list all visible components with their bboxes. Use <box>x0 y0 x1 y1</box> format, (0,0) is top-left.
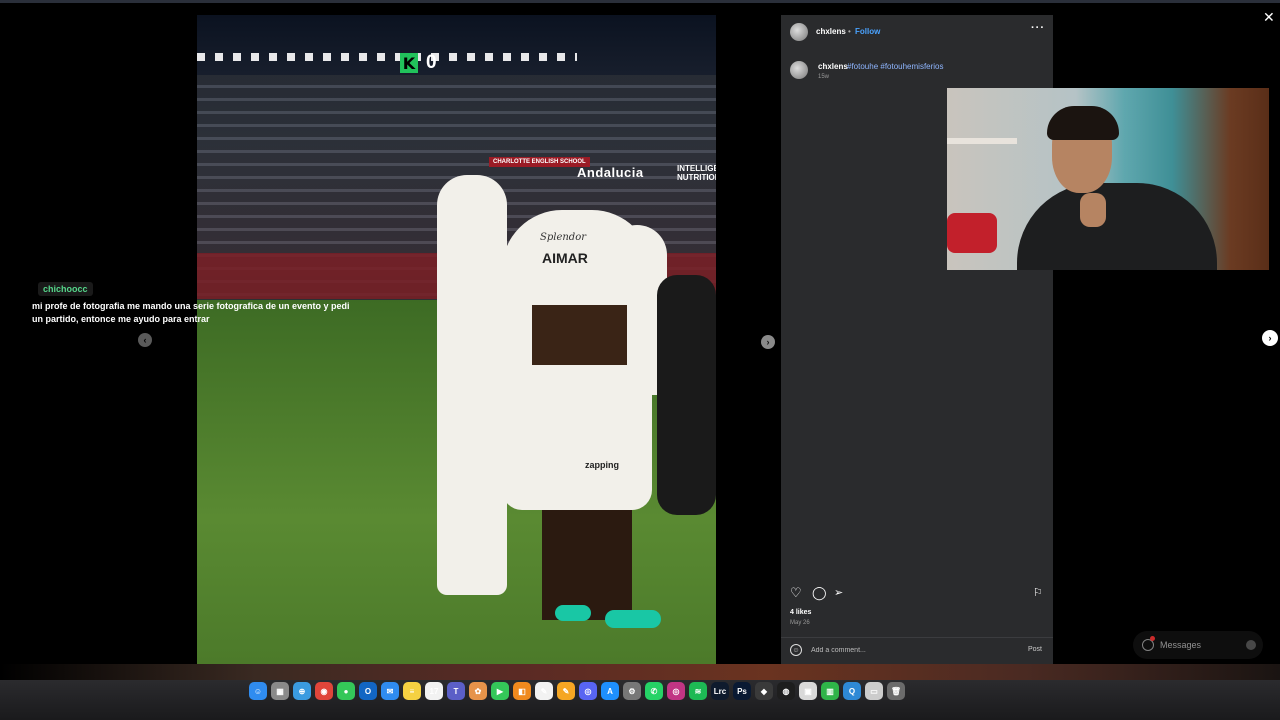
notification-badge <box>1150 636 1155 641</box>
dock-obs-icon[interactable]: ◍ <box>777 682 795 700</box>
jersey-name: AIMAR <box>542 250 588 266</box>
dock-trash-icon[interactable]: 🗑 <box>887 682 905 700</box>
dock-books-icon[interactable]: ◧ <box>513 682 531 700</box>
dock-numbers-icon[interactable]: ▥ <box>821 682 839 700</box>
jersey-sponsor: Splendor <box>540 232 587 243</box>
stadium-lights <box>197 53 577 61</box>
dock-launchpad-icon[interactable]: ▦ <box>271 682 289 700</box>
dock-finder-icon[interactable]: ☺ <box>249 682 267 700</box>
post-photo[interactable]: CHARLOTTE ENGLISH SCHOOL Andalucia INTEL… <box>197 15 716 664</box>
desktop-wallpaper-strip <box>0 664 1280 680</box>
post-comment-button[interactable]: Post <box>1028 646 1042 653</box>
dock-quicktime-icon[interactable]: Q <box>843 682 861 700</box>
likes-count[interactable]: 4 likes <box>790 609 811 616</box>
kick-logo-icon: K <box>400 53 418 73</box>
player-legs <box>542 510 632 620</box>
next-post-button[interactable]: › <box>1262 330 1278 346</box>
dock-mail-icon[interactable]: ✉ <box>381 682 399 700</box>
follow-button[interactable]: Follow <box>855 27 880 36</box>
banner-charlotte: CHARLOTTE ENGLISH SCHOOL <box>489 157 590 167</box>
shorts-sponsor: zapping <box>585 460 619 470</box>
chat-username: chichoocc <box>38 282 93 296</box>
banner-intelligent: INTELLIGENT NUTRITION <box>677 164 716 182</box>
shoe-left <box>555 605 591 621</box>
dock-freeform-icon[interactable]: ✎ <box>535 682 553 700</box>
shoe-right <box>605 610 661 628</box>
player-back <box>532 305 627 365</box>
dock-chrome-icon[interactable]: ◉ <box>315 682 333 700</box>
dock-spotify-icon[interactable]: ≋ <box>689 682 707 700</box>
chat-text: mi profe de fotografia me mando una seri… <box>32 301 350 324</box>
dock-lightroom-icon[interactable]: Lrc <box>711 682 729 700</box>
dock-outlook-icon[interactable]: O <box>359 682 377 700</box>
dock-instagram-icon[interactable]: ◎ <box>667 682 685 700</box>
post-header: chxlens • Follow ··· <box>781 15 1053 47</box>
dock-screen-recorder-icon[interactable]: ▭ <box>865 682 883 700</box>
score-overlay: K 0 <box>400 52 437 74</box>
top-border <box>0 0 1280 3</box>
emoji-icon[interactable]: ☺ <box>790 644 802 656</box>
comment-input[interactable] <box>811 644 1011 657</box>
bookmark-icon[interactable]: ⚐ <box>1033 586 1043 600</box>
screen: CHARLOTTE ENGLISH SCHOOL Andalucia INTEL… <box>0 0 1280 720</box>
dock-preview-icon[interactable]: ▣ <box>799 682 817 700</box>
next-photo-button[interactable]: › <box>761 335 775 349</box>
dock-facetime-icon[interactable]: ▶ <box>491 682 509 700</box>
person-hand <box>1080 193 1106 227</box>
dock-app-store-icon[interactable]: A <box>601 682 619 700</box>
dock-whatsapp-icon[interactable]: ✆ <box>645 682 663 700</box>
player-left <box>437 175 507 595</box>
share-icon[interactable]: ➢ <box>834 586 843 600</box>
more-options-icon[interactable]: ··· <box>1031 22 1045 34</box>
dock-davinci-icon[interactable]: ◆ <box>755 682 773 700</box>
dock-messages-icon[interactable]: ● <box>337 682 355 700</box>
banner-andalucia: Andalucia <box>577 165 644 180</box>
avatar <box>1246 640 1256 650</box>
shelf <box>947 138 1017 144</box>
score-count: 0 <box>426 52 437 73</box>
dock-safari-icon[interactable]: ⊕ <box>293 682 311 700</box>
red-chair <box>947 213 997 253</box>
caption-hashtags[interactable]: #fotouhe #fotouhemisferios <box>847 62 944 71</box>
webcam-overlay <box>947 88 1269 270</box>
post-actions: ♡ ◯ ➢ ⚐ <box>790 586 1045 600</box>
caption-avatar[interactable] <box>790 61 808 79</box>
heart-icon[interactable]: ♡ <box>790 586 802 600</box>
person-body <box>1017 183 1217 270</box>
post-date: May 26 <box>790 620 810 626</box>
dock-system-settings-icon[interactable]: ⚙ <box>623 682 641 700</box>
dock-photos-icon[interactable]: ✿ <box>469 682 487 700</box>
dock-pages-icon[interactable]: ✎ <box>557 682 575 700</box>
messages-pill[interactable]: Messages <box>1133 631 1263 659</box>
prev-photo-button[interactable]: ‹ <box>138 333 152 347</box>
comment-bar: ☺ Post <box>781 637 1053 664</box>
dock-calendar-icon[interactable]: 17 <box>425 682 443 700</box>
dock-notes-icon[interactable]: ≡ <box>403 682 421 700</box>
caption-username[interactable]: chxlens <box>818 62 848 71</box>
separator-dot: • <box>848 27 851 36</box>
dock-photoshop-icon[interactable]: Ps <box>733 682 751 700</box>
caption-time: 15w <box>818 74 830 80</box>
author-username[interactable]: chxlens <box>816 27 846 36</box>
close-icon[interactable]: ✕ <box>1263 9 1275 26</box>
dock-teams-icon[interactable]: T <box>447 682 465 700</box>
person-hair <box>1047 106 1119 140</box>
dock-discord-icon[interactable]: ◎ <box>579 682 597 700</box>
chat-message: chichoocc mi profe de fotografia me mand… <box>32 279 372 326</box>
messages-label: Messages <box>1160 640 1202 650</box>
dock: ☺ ▦ ⊕ ◉ ● O ✉ ≡ 17 T ✿ ▶ ◧ ✎ ✎ ◎ A ⚙ ✆ ◎ ≋ Lrc Ps ◆ ◍ ▣ ▥ Q ▭ 🗑 <box>249 680 905 702</box>
camera-bag <box>657 275 716 515</box>
comment-icon[interactable]: ◯ <box>812 586 827 600</box>
avatar[interactable] <box>790 23 808 41</box>
